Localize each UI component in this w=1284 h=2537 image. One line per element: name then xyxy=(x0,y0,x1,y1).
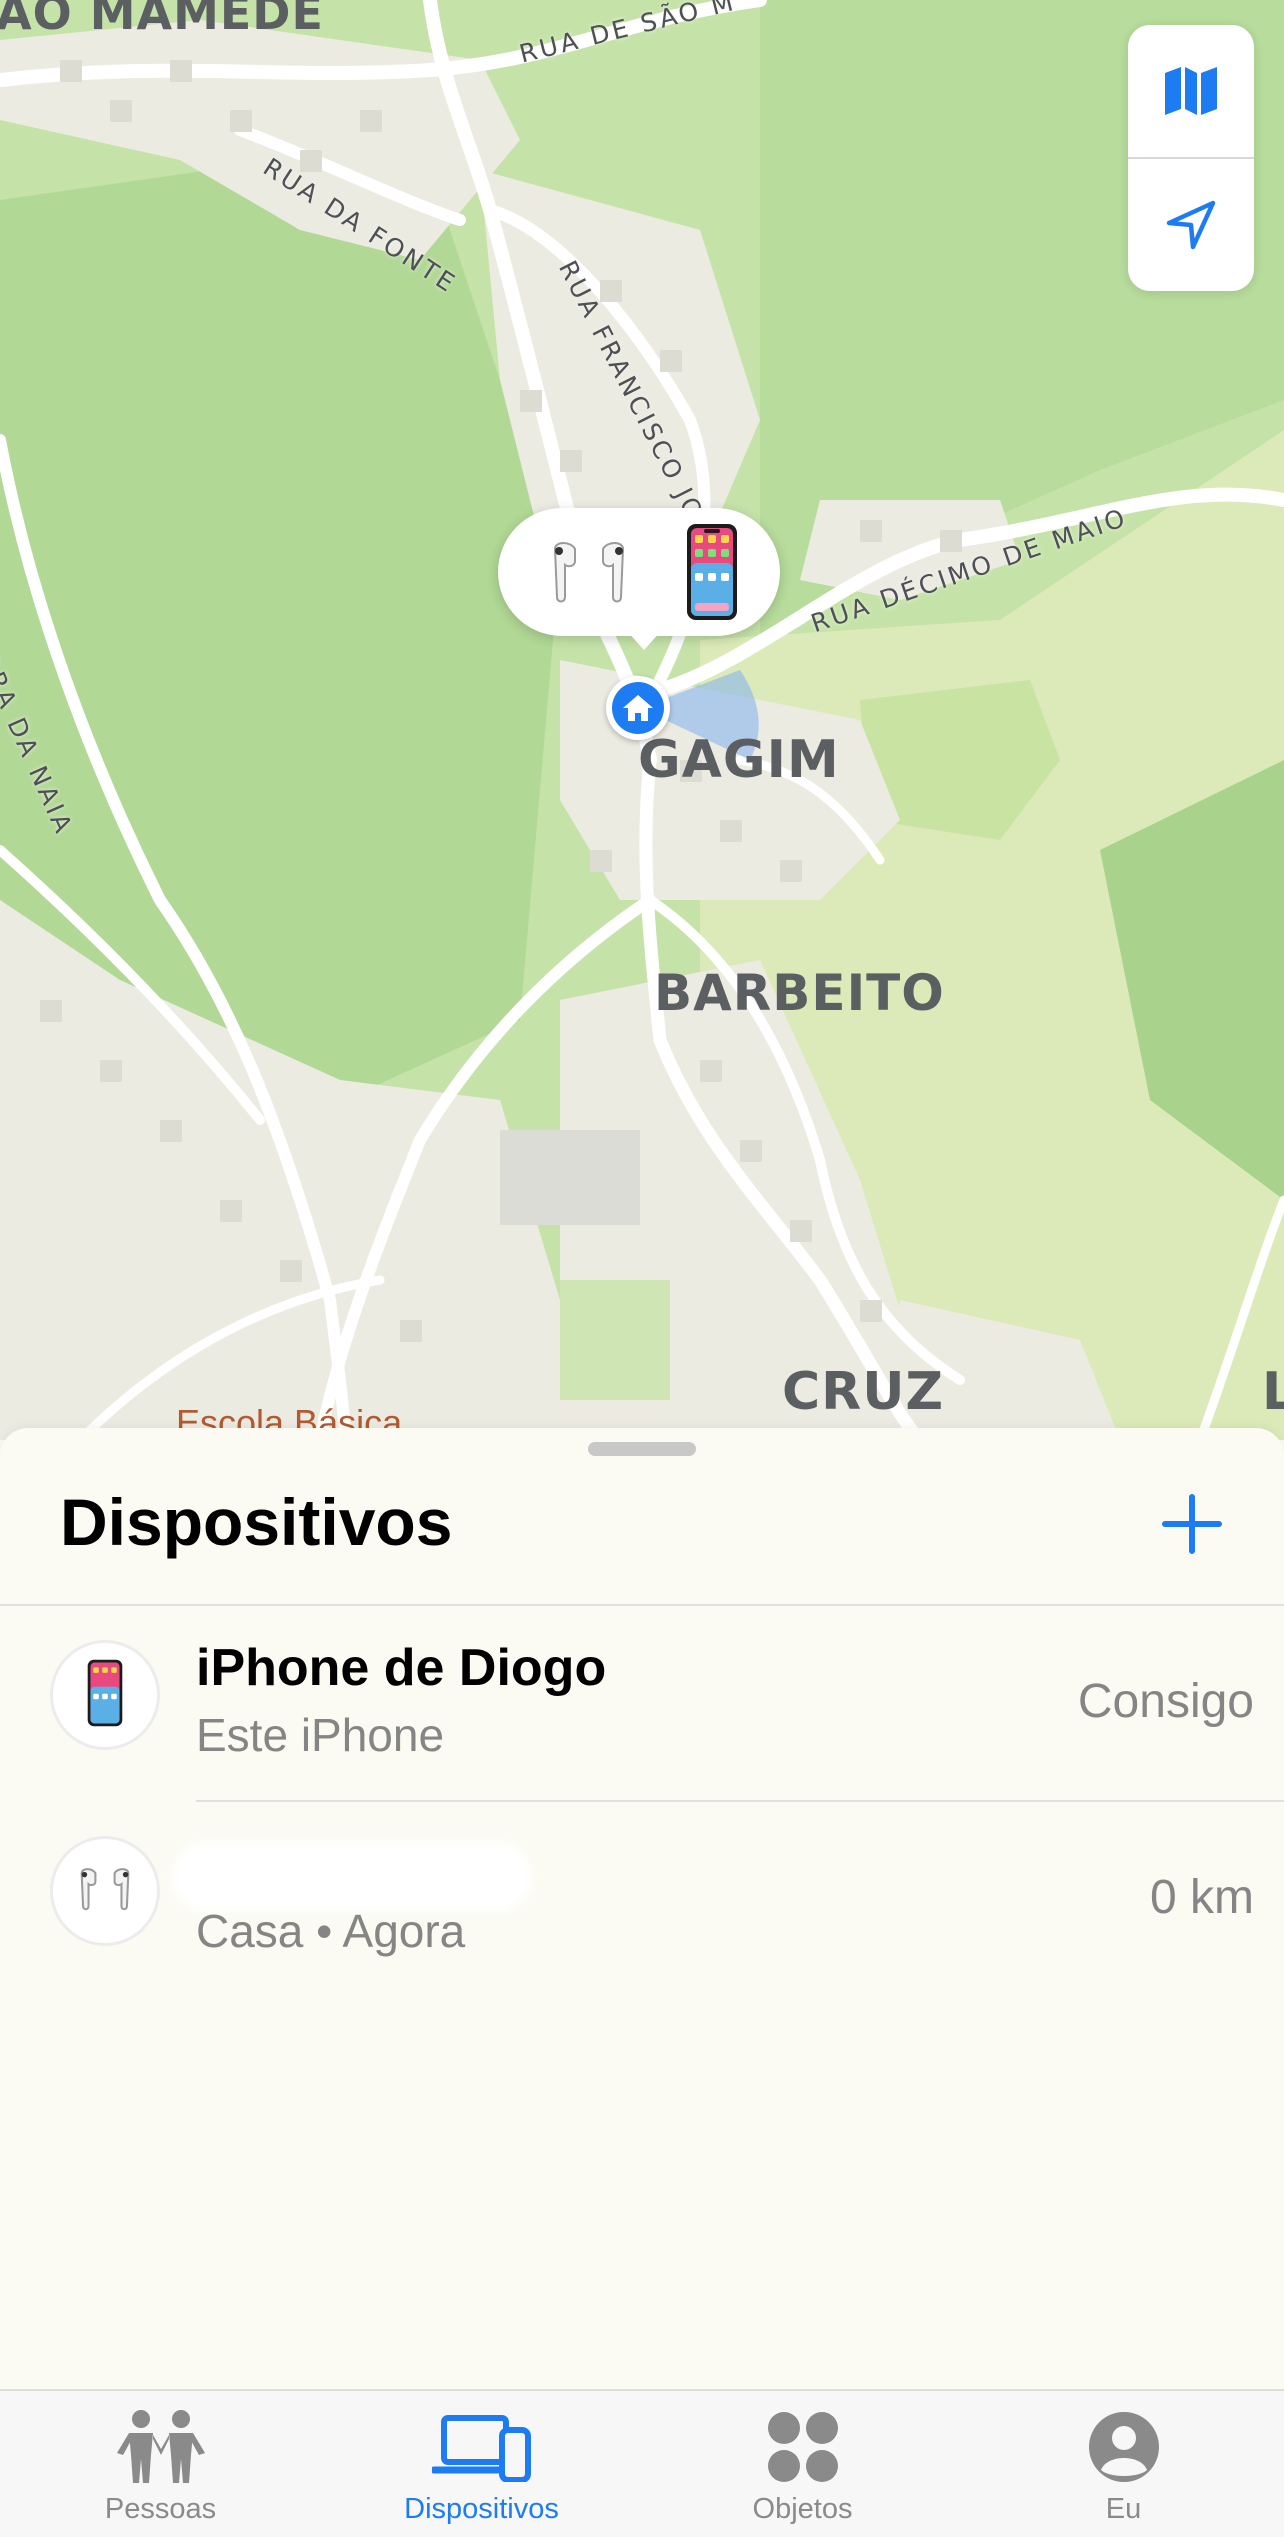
tab-label: Objetos xyxy=(752,2493,853,2525)
tab-eu[interactable]: Eu xyxy=(963,2391,1284,2537)
tab-label: Eu xyxy=(1105,2493,1142,2525)
iphone-icon xyxy=(686,523,738,621)
device-row-iphone[interactable]: iPhone de Diogo Este iPhone Consigo xyxy=(0,1606,1284,1802)
device-subtitle: Casa • Agora xyxy=(196,1905,466,1957)
add-device-button[interactable] xyxy=(1156,1490,1228,1562)
devices-icon xyxy=(430,2412,532,2487)
map-icon xyxy=(1163,65,1219,117)
tab-objetos[interactable]: Objetos xyxy=(642,2391,963,2537)
device-thumbnail xyxy=(50,1640,160,1750)
device-name: iPhone de Diogo xyxy=(196,1639,607,1697)
location-arrow-icon xyxy=(1163,197,1219,253)
place-label-barbeito: BARBEITO xyxy=(654,964,945,1022)
device-thumbnail xyxy=(50,1836,160,1946)
tab-label: Pessoas xyxy=(104,2493,217,2525)
redacted-device-name xyxy=(172,1842,532,1912)
map-mode-button[interactable] xyxy=(1128,25,1254,157)
map-controls xyxy=(1128,25,1254,291)
house-icon xyxy=(621,693,655,723)
items-icon xyxy=(765,2409,841,2490)
place-label-l: L xyxy=(1262,1362,1284,1422)
tab-bar: Pessoas Dispositivos Objetos Eu xyxy=(0,2389,1284,2537)
device-cluster-callout[interactable] xyxy=(498,508,780,636)
tab-label: Dispositivos xyxy=(404,2493,559,2525)
home-location-pin[interactable] xyxy=(606,676,670,740)
airpods-icon xyxy=(72,1865,138,1918)
sheet-grabber[interactable] xyxy=(588,1442,696,1456)
current-location-button[interactable] xyxy=(1128,159,1254,291)
sheet-title: Dispositivos xyxy=(60,1485,453,1559)
device-distance: 0 km xyxy=(1149,1871,1254,1924)
device-status: Consigo xyxy=(1077,1675,1254,1728)
iphone-icon xyxy=(87,1659,123,1732)
tab-dispositivos[interactable]: Dispositivos xyxy=(321,2391,642,2537)
plus-icon xyxy=(1161,1493,1223,1560)
airpods-icon xyxy=(541,537,637,607)
callout-tail xyxy=(626,630,662,650)
device-subtitle: Este iPhone xyxy=(196,1709,445,1761)
place-label-mamede: AO MAMEDE xyxy=(0,0,324,40)
place-label-gagim: GAGIM xyxy=(638,730,840,790)
tab-pessoas[interactable]: Pessoas xyxy=(0,2391,321,2537)
place-label-cruz: CRUZ xyxy=(782,1362,945,1422)
devices-sheet[interactable]: Dispositivos iPhone de Diogo Este iPhone… xyxy=(0,1428,1284,2535)
device-row-airpods[interactable]: Casa • Agora 0 km xyxy=(0,1802,1284,1992)
pin-badge xyxy=(612,682,664,734)
map-view[interactable]: GAGIM BARBEITO CRUZ AO MAMEDE L RUA DE S… xyxy=(0,0,1284,1440)
people-icon xyxy=(111,2409,211,2490)
person-icon xyxy=(1087,2410,1161,2489)
